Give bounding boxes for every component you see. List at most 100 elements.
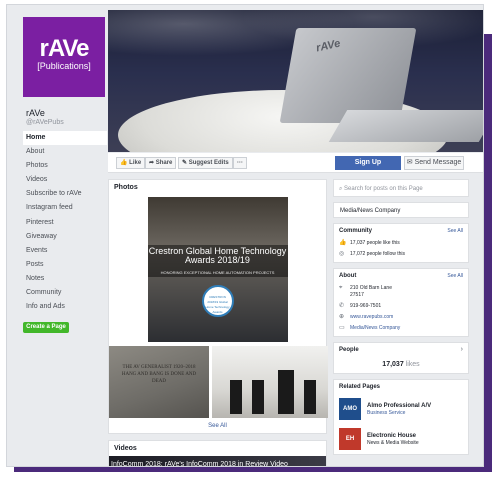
videos-title[interactable]: Videos <box>109 441 326 456</box>
nav-item-about[interactable]: About <box>23 145 107 159</box>
cover-photo[interactable]: rAVe <box>108 10 483 152</box>
electronic-house-logo: EH <box>339 428 361 450</box>
like-button[interactable]: 👍 Like <box>116 157 146 169</box>
related-pages-title: Related Pages <box>339 384 381 390</box>
phone-icon: ✆ <box>339 303 345 309</box>
send-message-label: Send Message <box>414 159 462 166</box>
rss-icon: ◎ <box>339 251 345 257</box>
share-label: Share <box>155 160 173 166</box>
award-seal: CRESTRON 2018/19 Global Home Technology … <box>201 285 234 317</box>
award-photo[interactable]: Crestron Global Home Technology Awards 2… <box>147 197 288 342</box>
almo-logo: AMO <box>339 398 361 420</box>
nav-item-info-ads[interactable]: Info and Ads <box>23 300 107 314</box>
website-link[interactable]: ⊕ www.ravepubs.com <box>334 312 468 323</box>
logo-brand: rAVe <box>39 35 90 62</box>
logo-sub: [Publications] <box>37 61 91 71</box>
address-line-1: 210 Old Barn Lane <box>350 285 392 291</box>
related-page-name[interactable]: Electronic House <box>367 432 419 440</box>
speaker <box>230 380 242 414</box>
speaker <box>252 380 264 414</box>
related-page-category: News & Media Website <box>367 439 419 446</box>
likes-text: 17,037 people like this <box>350 240 400 246</box>
search-icon: ⌕ <box>339 186 343 192</box>
create-page-button[interactable]: Create a Page <box>23 322 69 333</box>
about-see-all-link[interactable]: See All <box>447 269 463 283</box>
address-line-2: 27517 <box>350 292 364 298</box>
award-subtitle: HONORING EXCEPTIONAL HOME AUTOMATION PRO… <box>160 270 275 275</box>
nav-item-events[interactable]: Events <box>23 244 107 258</box>
cover-laptop <box>279 28 417 123</box>
related-page-item[interactable]: EH Electronic House News & Media Website <box>334 424 468 454</box>
nav-item-pinterest[interactable]: Pinterest <box>23 216 107 230</box>
gravestone-text: THE AV GENERALIST 1920–2018 HANG AND BAN… <box>121 365 197 384</box>
facebook-page-window: rAVe [Publications] rAVe @rAVePubs Home … <box>6 4 484 467</box>
people-count: 17,037 likes <box>334 357 468 373</box>
speaker <box>278 370 294 414</box>
page-search-input[interactable]: ⌕ Search for posts on this Page <box>333 179 469 197</box>
phone-number: 919-969-7501 <box>350 303 382 309</box>
award-title: Crestron Global Home Technology Awards 2… <box>148 246 287 265</box>
sign-up-button[interactable]: Sign Up <box>335 156 401 170</box>
community-title[interactable]: Community <box>339 228 372 234</box>
photo-row: THE AV GENERALIST 1920–2018 HANG AND BAN… <box>109 346 328 418</box>
community-see-all-link[interactable]: See All <box>447 224 463 238</box>
about-title[interactable]: About <box>339 273 356 279</box>
nav-item-giveaway[interactable]: Giveaway <box>23 230 107 244</box>
related-page-info: Electronic House News & Media Website <box>367 432 419 447</box>
speaker <box>304 380 316 414</box>
pencil-icon: ✎ <box>182 160 188 166</box>
showroom-photo[interactable] <box>212 346 328 418</box>
community-header: Community See All <box>334 224 468 238</box>
left-sidebar: rAVe [Publications] rAVe @rAVePubs Home … <box>7 5 107 466</box>
share-button[interactable]: ➦ Share <box>145 157 177 169</box>
like-label: Like <box>129 160 142 166</box>
more-button[interactable]: ··· <box>233 157 247 169</box>
nav-item-notes[interactable]: Notes <box>23 272 107 286</box>
photos-see-all-link[interactable]: See All <box>109 418 326 433</box>
category-icon: ▭ <box>339 325 345 331</box>
nav-item-instagram[interactable]: Instagram feed <box>23 201 107 215</box>
nav-item-photos[interactable]: Photos <box>23 159 107 173</box>
thumbs-up-icon: 👍 <box>339 240 347 246</box>
video-thumbnail[interactable]: InfoComm 2018: rAVe's InfoComm 2018 in R… <box>109 456 326 466</box>
related-page-name[interactable]: Almo Professional A/V <box>367 402 431 410</box>
cover-laptop-base <box>328 110 483 142</box>
related-page-item[interactable]: AMO Almo Professional A/V Business Servi… <box>334 394 468 424</box>
globe-icon: ⊕ <box>339 314 345 320</box>
nav-item-home[interactable]: Home <box>23 131 107 146</box>
page-name[interactable]: rAVe <box>26 108 45 118</box>
chevron-right-icon[interactable]: › <box>461 343 463 357</box>
follows-text: 17,072 people follow this <box>350 251 406 257</box>
community-likes: 👍 17,037 people like this <box>334 238 468 249</box>
people-header: People › <box>334 343 468 357</box>
profile-picture[interactable]: rAVe [Publications] <box>23 17 105 97</box>
share-icon: ➦ <box>149 160 155 166</box>
phone: ✆ 919-969-7501 <box>334 301 468 312</box>
page-category[interactable]: Media/News Company <box>333 202 469 218</box>
related-page-info: Almo Professional A/V Business Service <box>367 402 431 417</box>
nav-item-posts[interactable]: Posts <box>23 258 107 272</box>
photos-title[interactable]: Photos <box>109 180 326 195</box>
about-category-link[interactable]: ▭ Media/News Company <box>334 323 468 336</box>
related-page-category: Business Service <box>367 409 406 416</box>
nav-item-subscribe[interactable]: Subscribe to rAVe <box>23 187 107 201</box>
gravestone-photo[interactable]: THE AV GENERALIST 1920–2018 HANG AND BAN… <box>109 346 209 418</box>
nav-item-community[interactable]: Community <box>23 286 107 300</box>
people-title[interactable]: People <box>339 347 359 353</box>
send-message-button[interactable]: ✉ Send Message <box>404 156 464 170</box>
page-handle: @rAVePubs <box>26 119 64 126</box>
main-column: Photos Crestron Global Home Technology A… <box>108 179 328 466</box>
messenger-icon: ✉ <box>406 159 413 166</box>
nav-item-videos[interactable]: Videos <box>23 173 107 187</box>
right-column: ⌕ Search for posts on this Page Media/Ne… <box>333 179 469 460</box>
thumbs-up-icon: 👍 <box>120 160 128 166</box>
about-card: About See All ⌖ 210 Old Barn Lane 27517 ✆ 9… <box>333 268 469 337</box>
page-nav: Home About Photos Videos Subscribe to rA… <box>23 131 107 314</box>
community-card: Community See All 👍 17,037 people like th… <box>333 223 469 263</box>
suggest-edits-button[interactable]: ✎ Suggest Edits <box>178 157 233 169</box>
search-placeholder: Search for posts on this Page <box>344 186 423 192</box>
people-count-number: 17,037 <box>382 361 404 368</box>
related-pages-card: Related Pages AMO Almo Professional A/V … <box>333 379 469 455</box>
map-pin-icon: ⌖ <box>339 285 343 291</box>
website-text: www.ravepubs.com <box>350 314 394 320</box>
